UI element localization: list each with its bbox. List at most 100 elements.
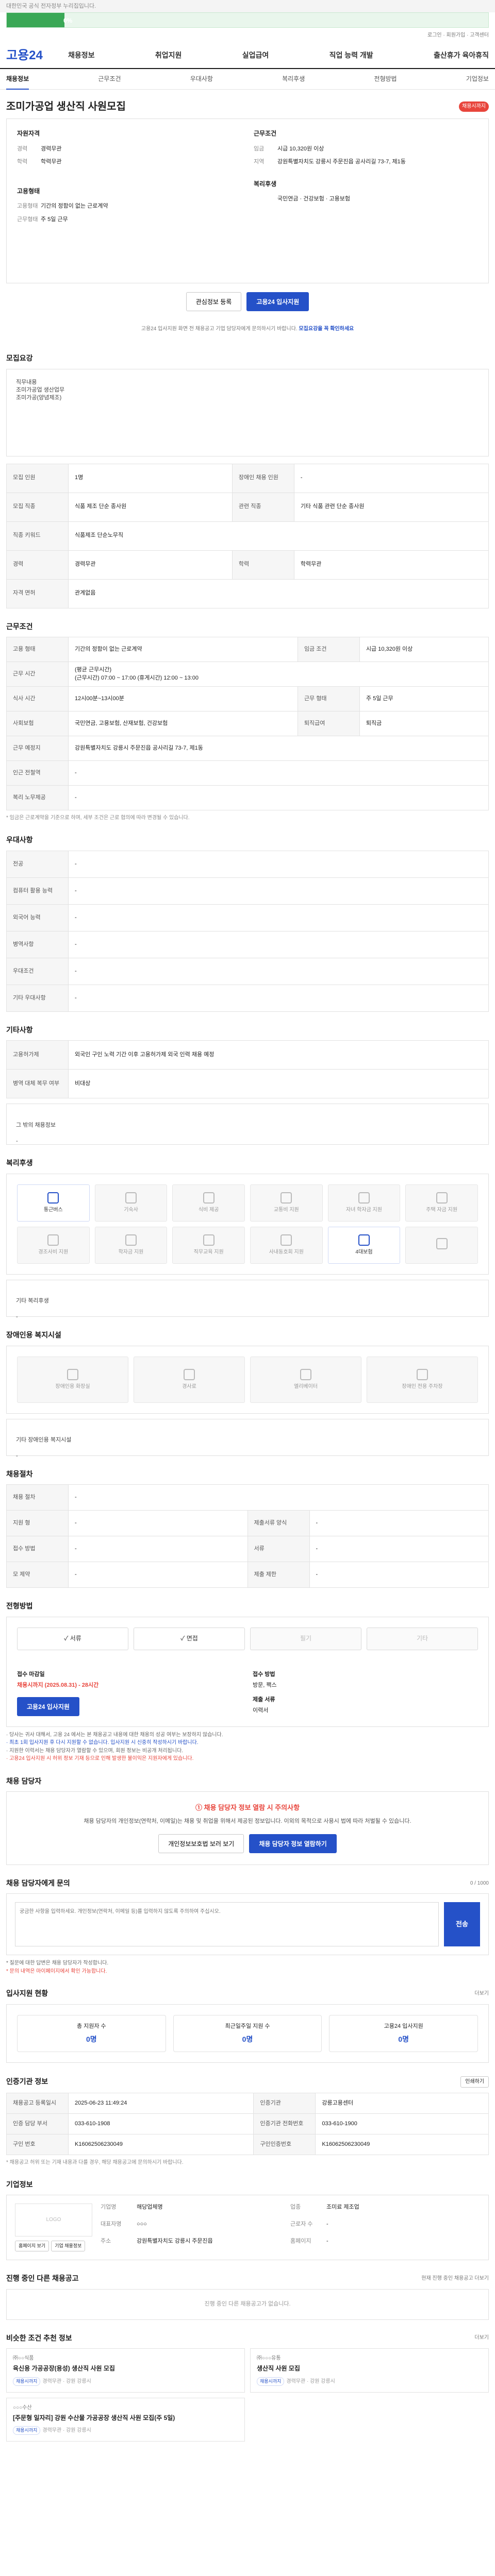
gnb-item-leave[interactable]: 출산휴가 육아휴직 [434,50,489,61]
stat-label: 고용24 입사지원 [384,2023,423,2029]
row-value: 국민연금, 고용보험, 산재보험, 건강보험 [68,711,298,737]
row-label: 채용공고 등록일시 [6,2092,69,2114]
row-value: - [68,1562,248,1588]
gnb-item-support[interactable]: 취업지원 [155,50,182,61]
welfare-icon [47,1234,59,1246]
stat-value: 0명 [86,2035,97,2044]
recruit-table: 모집 인원 1명 장애인 채용 인원 - 모집 직종 식품 제조 단순 종사원 관련 직종 기… [6,463,489,608]
recommend-title[interactable]: [주문형 일자리] 강원 수산물 가공공장 생산직 사원 모집(주 5일) [13,2414,238,2422]
view-manager-button[interactable]: 채용 담당자 정보 열람하기 [249,1834,337,1853]
section-title-company: 기업정보 [6,2180,33,2189]
apply-button-2[interactable]: 고용24 입사지원 [17,1697,79,1716]
row-label: 기타 우대사항 [6,984,69,1012]
warning-head: ① 채용 담당자 정보 열람 시 주의사항 [195,1804,300,1812]
welfare-extra: 기타 복리후생 - [6,1279,489,1320]
row-value: - [68,957,489,985]
row-label: 근무 예정지 [6,736,69,761]
tab-recruit[interactable]: 채용정보 [6,75,29,90]
facility-icon [300,1368,311,1380]
tab-conditions[interactable]: 근무조건 [98,75,121,83]
etc-table: 고용허가제 외국인 구인 노력 기간 이후 고용허가제 외국 인력 채용 예정 병역… [6,1040,489,1099]
recommend-more[interactable]: 더보기 [474,2334,489,2342]
table-row: 식사 시간 12시00분~13시00분 근무 형태 주 5일 근무 [6,686,489,712]
welfare-label: 식비 제공 [198,1207,219,1213]
row-value: - [68,984,489,1012]
row-value: 식품 제조 단순 종사원 [68,492,233,522]
row-label: 서류 [247,1536,310,1563]
row-value: 강릉고용센터 [315,2092,489,2114]
progress-bar: 0% [6,12,489,28]
tab-screening[interactable]: 전형방법 [374,75,397,83]
company-home-button[interactable]: 홈페이지 보기 [15,2241,50,2252]
welfare-icon [358,1192,370,1204]
stat-value: 0명 [242,2035,253,2044]
utility-links[interactable]: 로그인 · 회원가입 · 고객센터 [0,28,495,43]
print-button[interactable]: 인쇄하기 [460,2076,489,2088]
tab-preferences[interactable]: 우대사항 [190,75,213,83]
section-title-recruit: 모집요강 [6,354,33,362]
row-label: 관련 직종 [232,492,294,522]
row-label: 인증기관 [253,2092,316,2114]
applicants-more-link[interactable]: 더보기 [474,1990,489,1997]
welfare-icon [436,1238,448,1249]
facility-icon [184,1368,195,1380]
row-value: - [309,1536,489,1563]
row-value: - [68,1484,489,1511]
gnb-item-jobs[interactable]: 채용정보 [68,50,95,61]
qa-counter: 0 / 1000 [470,1880,489,1886]
apply-caption: 고용24 입사지원 화면 전 채용공고 기업 담당자에게 문의하시기 바랍니다.… [6,319,489,340]
table-row: 자격 면허 관계없음 [6,579,489,608]
company-jobs-button[interactable]: 기업 채용정보 [51,2241,86,2252]
facility-label: 장애인용 화장실 [55,1383,90,1389]
welfare-icon [125,1234,137,1246]
row-value: 식품제조 단순노무직 [68,521,489,551]
recommend-tag: 채용시까지 [13,2426,41,2435]
recommend-meta-text: 경력무관 · 강원 강릉시 [42,2379,91,2385]
welfare-item: 경조사비 지원 [17,1226,90,1264]
section-title-manager: 채용 담당자 [6,1776,42,1785]
tab-welfare[interactable]: 복리후생 [282,75,305,83]
recommend-title[interactable]: 육신용 가공공장(용성) 생산직 사원 모집 [13,2364,238,2373]
welfare-icon [280,1192,292,1204]
facility-item: 장애인용 화장실 [17,1356,128,1403]
other-jobs-empty: 진행 중인 다른 채용공고가 없습니다. [6,2289,489,2320]
table-row: 모 제약 - 제출 제한 - [6,1562,489,1588]
posting-actions: 관심정보 등록 고용24 입사지원 [6,283,489,319]
recommend-card[interactable]: ○○○수산 [주문형 일자리] 강원 수산물 가공공장 생산직 사원 모집(주 5… [6,2397,245,2442]
row-label: 장애인 채용 인원 [232,463,294,493]
row-label: 전공 [6,850,69,878]
welfare-icon [280,1234,292,1246]
stat-label: 최근일주일 지원 수 [225,2023,270,2029]
recommend-card[interactable]: ㈜○○○유통 생산직 사원 모집 채용시까지 경력무관 · 강원 강릉시 [250,2348,489,2393]
etc-extra-label: 그 밖의 채용정보 [16,1122,56,1128]
qa-box: 전송 [6,1893,489,1956]
table-row: 지원 형 - 제출서류 양식 - [6,1510,489,1537]
method-option: 필기 [250,1627,361,1650]
tab-company[interactable]: 기업정보 [466,75,489,83]
recommend-meta-text: 경력무관 · 강원 강릉시 [42,2428,91,2434]
other-jobs-more[interactable]: 현재 진행 중인 채용공고 더보기 [421,2275,489,2282]
applicant-stats: 총 지원자 수 0명 최근일주일 지원 수 0명 고용24 입사지원 0명 [6,2004,489,2063]
row-label: 병역사항 [6,930,69,958]
note-line: · 당사는 귀사 대해서, 고용 24 에서는 본 채용공고 내용에 대한 채용… [6,1732,223,1738]
save-interest-button[interactable]: 관심정보 등록 [186,292,242,311]
gnb-item-benefits[interactable]: 실업급여 [242,50,269,61]
caption-text: 고용24 입사지원 화면 전 채용공고 기업 담당자에게 문의하시기 바랍니다. [141,326,298,332]
site-logo[interactable]: 고용24 [6,47,68,64]
qa-send-button[interactable]: 전송 [444,1902,480,1947]
table-row: 접수 방법 - 서류 - [6,1536,489,1563]
section-title-conditions: 근무조건 [6,622,33,631]
kv-label: 근무형태 [17,216,38,223]
section-title-disability: 장애인용 복지시설 [6,1330,61,1339]
summary-welfare-head: 복리후생 [254,180,277,188]
recommend-title[interactable]: 생산직 사원 모집 [257,2364,482,2373]
company-box: LOGO 홈페이지 보기 기업 채용정보 기업명 해당업체명 업종 조미료 제조업 대표… [6,2195,489,2261]
recommend-card[interactable]: ㈜○○식품 육신용 가공공장(용성) 생산직 사원 모집 채용시까지 경력무관 · 강… [6,2348,245,2393]
qa-input[interactable] [15,1902,439,1947]
row-value: 기간의 정함이 없는 근로계약 [68,637,298,663]
gnb-item-training[interactable]: 직업 능력 개발 [329,50,373,61]
welfare-label: 교통비 지원 [273,1207,299,1213]
privacy-law-button[interactable]: 개인정보보호법 보러 보기 [158,1834,244,1853]
stat-label: 총 지원자 수 [76,2023,106,2029]
apply-button[interactable]: 고용24 입사지원 [246,292,309,311]
